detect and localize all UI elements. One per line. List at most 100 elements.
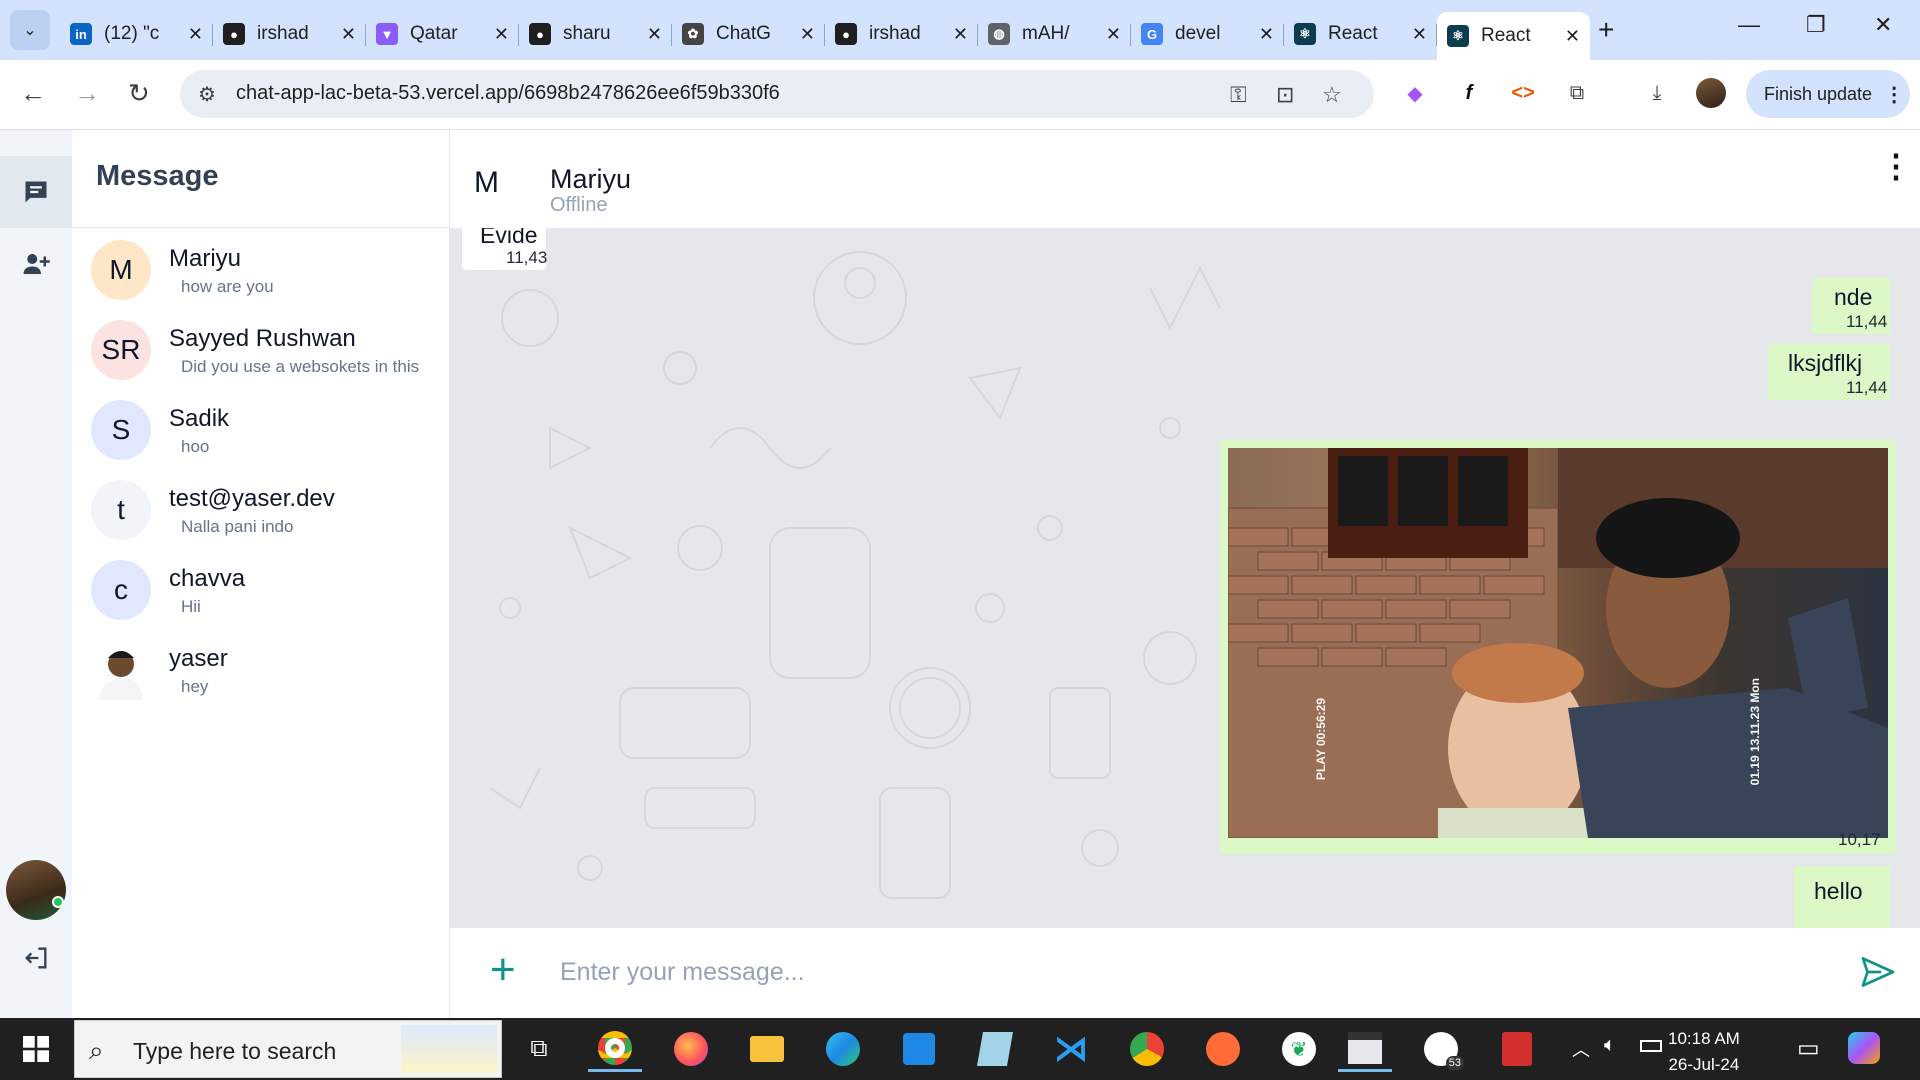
tray-expand-icon[interactable]: ︿: [1572, 1036, 1590, 1062]
chevron-down-icon: ⌄: [23, 22, 37, 39]
arrow-left-icon: ←: [20, 78, 46, 108]
back-button[interactable]: ←: [20, 78, 46, 109]
message-bubble[interactable]: lksjdflkj 11,44: [1768, 344, 1890, 400]
extension-fonts-icon[interactable]: f: [1454, 78, 1484, 108]
profile-avatar[interactable]: [1696, 78, 1726, 108]
folder-icon: [750, 1036, 784, 1062]
add-user-nav-button[interactable]: [0, 228, 72, 300]
contact-item[interactable]: yaser hey: [72, 621, 450, 719]
browser-tab[interactable]: ✿ ChatG ✕: [672, 12, 825, 56]
chat-icon: [25, 181, 47, 203]
browser-tab[interactable]: ● irshad ✕: [825, 12, 978, 56]
site-settings-icon[interactable]: ⚙: [198, 82, 216, 107]
notifications-icon[interactable]: ▭: [1797, 1034, 1820, 1063]
contact-avatar: SR: [91, 320, 151, 380]
windows-logo-icon: [23, 1036, 49, 1062]
taskbar-video-editor[interactable]: [1338, 1026, 1392, 1072]
tab-title: ChatG: [716, 23, 771, 44]
close-tab-icon[interactable]: ✕: [1259, 24, 1274, 45]
taskbar-file-explorer[interactable]: [740, 1026, 794, 1072]
extensions-puzzle-icon[interactable]: ⧉: [1562, 78, 1592, 108]
task-view-button[interactable]: ⧉: [512, 1026, 566, 1072]
task-view-icon: ⧉: [530, 1035, 548, 1062]
restore-button[interactable]: ❐: [1806, 12, 1826, 38]
start-button[interactable]: [0, 1018, 72, 1080]
contact-last-message: Did you use a websokets in this: [181, 357, 420, 376]
image-message-bubble[interactable]: PLAY 00:56:29 01.19 13.11.23 Mon 10,17: [1220, 440, 1896, 854]
url-text[interactable]: chat-app-lac-beta-53.vercel.app/6698b247…: [236, 82, 780, 105]
arrow-right-icon: →: [74, 78, 100, 108]
address-bar[interactable]: ⚙ chat-app-lac-beta-53.vercel.app/6698b2…: [180, 70, 1374, 118]
chrome-icon: [598, 1030, 632, 1065]
copilot-icon[interactable]: [1848, 1032, 1880, 1064]
close-tab-icon[interactable]: ✕: [494, 24, 509, 45]
chat-menu-icon[interactable]: ⋮: [1880, 150, 1912, 182]
close-tab-icon[interactable]: ✕: [800, 24, 815, 45]
tab-title: devel: [1175, 23, 1221, 44]
taskbar-firefox[interactable]: [664, 1026, 718, 1072]
battery-icon[interactable]: [1640, 1040, 1662, 1052]
close-tab-icon[interactable]: ✕: [1565, 26, 1580, 47]
shared-photo[interactable]: PLAY 00:56:29 01.19 13.11.23 Mon: [1228, 448, 1888, 838]
browser-tab[interactable]: ● irshad ✕: [213, 12, 366, 56]
send-button[interactable]: [1858, 954, 1898, 995]
new-tab-button[interactable]: +: [1598, 14, 1614, 46]
tab-search-button[interactable]: ⌄: [10, 10, 50, 50]
taskbar-whatsapp[interactable]: 53: [1414, 1026, 1468, 1072]
reload-icon: ↻: [128, 78, 150, 108]
taskbar-clock[interactable]: 10:18 AM 26-Jul-24: [1668, 1026, 1740, 1078]
calendar-icon: [903, 1033, 935, 1065]
browser-tab[interactable]: ◍ mAH/ ✕: [978, 12, 1131, 56]
edge-icon: [826, 1032, 860, 1066]
taskbar-chrome[interactable]: [588, 1026, 642, 1072]
finish-update-button[interactable]: Finish update ⋮: [1746, 70, 1910, 118]
minimize-button[interactable]: —: [1738, 12, 1760, 38]
close-tab-icon[interactable]: ✕: [953, 24, 968, 45]
taskbar-acrobat[interactable]: [1490, 1026, 1544, 1072]
volume-icon[interactable]: 🔈︎: [1604, 1034, 1616, 1057]
current-user-avatar[interactable]: [6, 860, 66, 920]
browser-tab[interactable]: ⚛ React ✕: [1284, 12, 1437, 56]
contact-avatar: S: [91, 400, 151, 460]
close-tab-icon[interactable]: ✕: [341, 24, 356, 45]
taskbar-search[interactable]: ⌕ Type here to search: [74, 1020, 502, 1078]
taskbar-notes[interactable]: [968, 1026, 1022, 1072]
extension-copilot-icon[interactable]: ◆: [1400, 78, 1430, 108]
browser-tab[interactable]: in (12) "c ✕: [60, 12, 213, 56]
forward-button[interactable]: →: [74, 78, 100, 109]
browser-tab[interactable]: ⚛ React ✕: [1437, 12, 1590, 60]
kebab-menu-icon: ⋮: [1884, 83, 1905, 106]
close-tab-icon[interactable]: ✕: [647, 24, 662, 45]
browser-tab[interactable]: Gdevel ✕: [1131, 12, 1284, 56]
reload-button[interactable]: ↻: [128, 78, 150, 109]
download-icon[interactable]: ⤓: [1642, 78, 1672, 108]
close-window-button[interactable]: ✕: [1874, 12, 1892, 38]
message-input[interactable]: [560, 952, 1810, 992]
chat-avatar-initial: M: [474, 166, 499, 199]
taskbar-chrome-profile[interactable]: [1120, 1026, 1174, 1072]
bookmark-star-icon[interactable]: ☆: [1322, 82, 1342, 108]
taskbar-vscode[interactable]: ⋊: [1044, 1026, 1098, 1072]
logout-button[interactable]: [0, 930, 72, 986]
taskbar-mongodb[interactable]: ❦: [1272, 1026, 1326, 1072]
install-app-icon[interactable]: ⊡: [1276, 82, 1294, 108]
github-icon: ●: [529, 23, 551, 45]
taskbar-edge[interactable]: [816, 1026, 870, 1072]
message-bubble[interactable]: Evide 11,43: [462, 228, 547, 270]
taskbar-calendar[interactable]: [892, 1026, 946, 1072]
taskbar-postman[interactable]: [1196, 1026, 1250, 1072]
message-bubble[interactable]: hello: [1794, 866, 1890, 928]
messages-nav-button[interactable]: [0, 156, 72, 228]
message-list[interactable]: Evide 11,43 nde 11,44 lksjdflkj 11,44 PL…: [450, 228, 1920, 928]
close-tab-icon[interactable]: ✕: [188, 24, 203, 45]
extension-code-icon[interactable]: <>: [1508, 78, 1538, 108]
chat-contact-status: Offline: [550, 194, 608, 216]
browser-tab[interactable]: ● sharu ✕: [519, 12, 672, 56]
tab-title: React: [1328, 23, 1378, 44]
close-tab-icon[interactable]: ✕: [1412, 24, 1427, 45]
attach-plus-icon[interactable]: +: [490, 948, 516, 992]
message-bubble[interactable]: nde 11,44: [1812, 278, 1890, 334]
close-tab-icon[interactable]: ✕: [1106, 24, 1121, 45]
browser-tab[interactable]: ▼ Qatar ✕: [366, 12, 519, 56]
password-key-icon[interactable]: ⚿: [1230, 82, 1247, 108]
